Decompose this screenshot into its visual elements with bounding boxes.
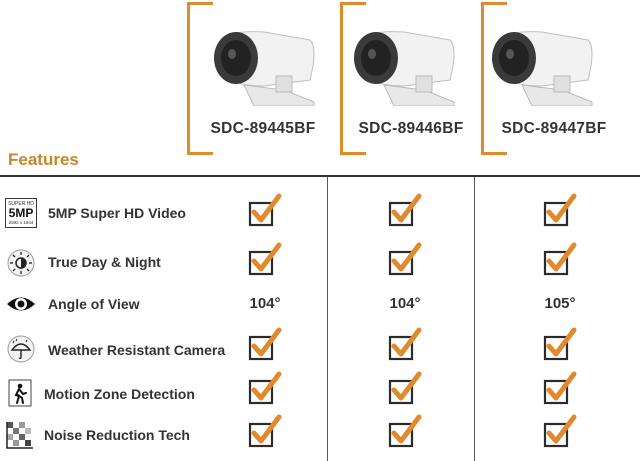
angle-value: 105° [544, 295, 576, 312]
product-model-name: SDC-89447BF [501, 120, 607, 137]
checkmark-icon [386, 242, 424, 280]
sun-moon-icon [5, 248, 37, 278]
checkmark-icon [386, 327, 424, 365]
feature-label-noise: Noise Reduction Tech [44, 427, 190, 443]
checkmark-icon [541, 371, 579, 409]
features-heading: Features [8, 150, 79, 169]
checkmark-icon [386, 414, 424, 452]
checkmark-icon [541, 414, 579, 452]
checkmark-icon [246, 327, 284, 365]
5mp-icon-bottom-text: 2592 x 1944 [9, 220, 34, 225]
umbrella-icon [5, 334, 37, 364]
feature-label-5mp: 5MP Super HD Video [48, 205, 186, 221]
checkmark-icon [246, 242, 284, 280]
feature-label-angle: Angle of View [48, 296, 140, 312]
column-divider [474, 177, 475, 461]
checkmark-icon [386, 371, 424, 409]
checkmark-icon [386, 193, 424, 231]
bullet-camera-image [214, 31, 315, 106]
product-model-name: SDC-89446BF [358, 120, 464, 137]
angle-value: 104° [389, 295, 421, 312]
bullet-camera-image [354, 31, 455, 106]
5mp-icon-main-text: 5MP [9, 206, 34, 220]
angle-value: 104° [249, 295, 281, 312]
product-model-name: SDC-89445BF [210, 120, 316, 137]
checkmark-icon [246, 371, 284, 409]
checkmark-icon [541, 242, 579, 280]
motion-icon [5, 378, 37, 408]
table-divider [0, 175, 640, 177]
bullet-camera-image [492, 31, 593, 106]
noise-icon [5, 420, 37, 450]
checkmark-icon [246, 193, 284, 231]
checkmark-icon [246, 414, 284, 452]
column-divider [327, 177, 328, 461]
5mp-icon: SUPER HD 5MP 2592 x 1944 [5, 198, 37, 228]
feature-label-weather: Weather Resistant Camera [48, 342, 226, 358]
feature-label-motion: Motion Zone Detection [44, 386, 195, 402]
eye-icon [5, 289, 37, 319]
checkmark-icon [541, 193, 579, 231]
feature-label-day-night: True Day & Night [48, 254, 161, 270]
checkmark-icon [541, 327, 579, 365]
